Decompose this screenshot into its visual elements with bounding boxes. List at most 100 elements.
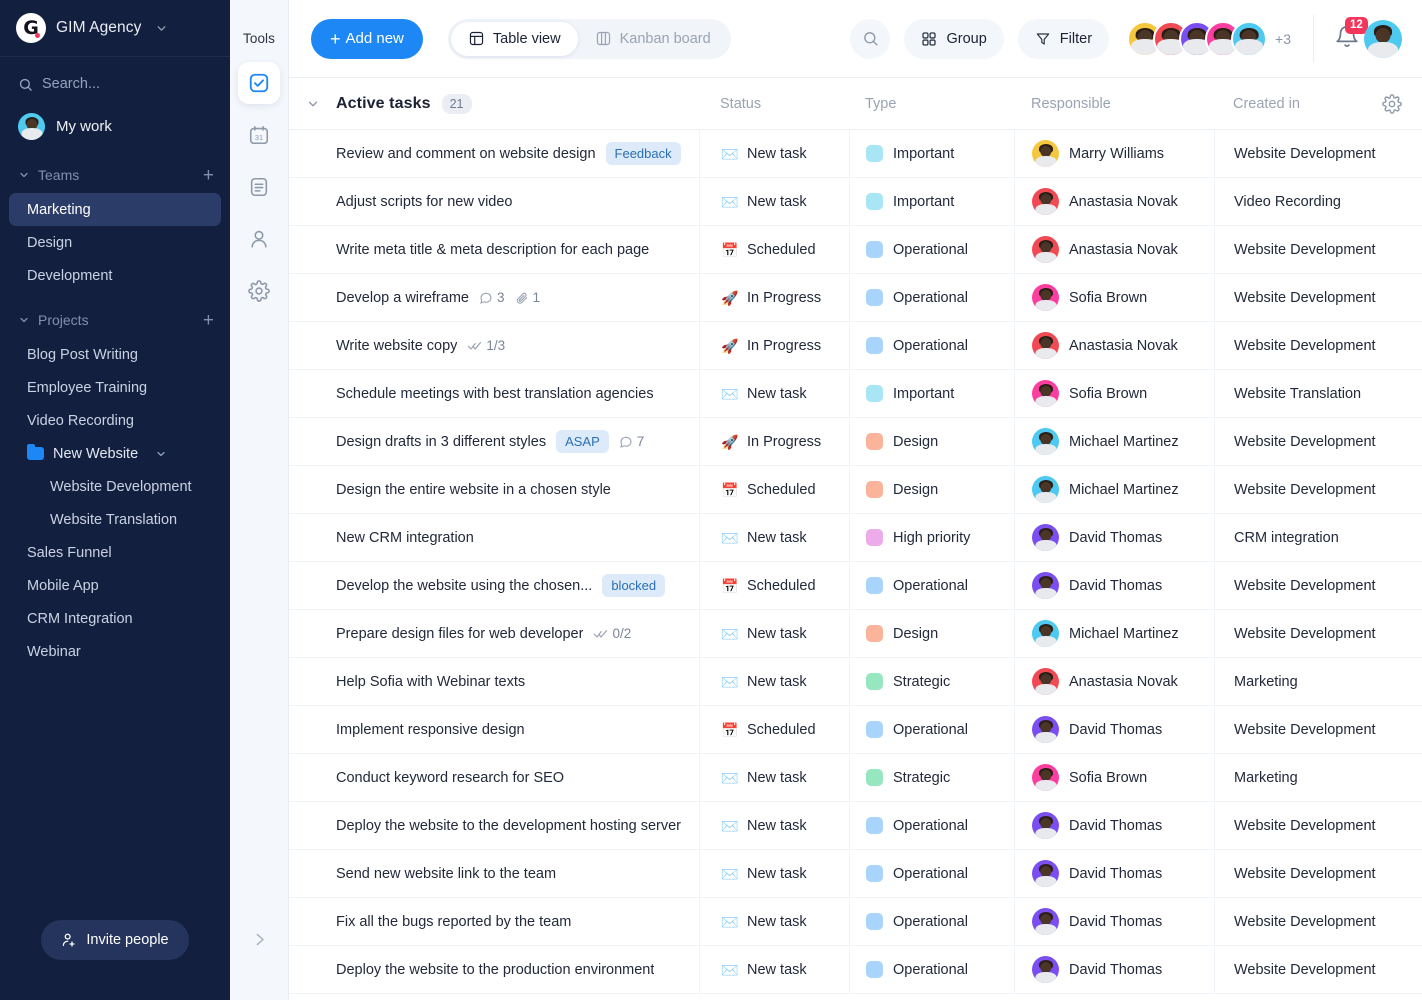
- cell-created-in[interactable]: Website Development: [1214, 225, 1422, 274]
- cell-status[interactable]: 🚀 In Progress: [699, 273, 849, 322]
- cell-task[interactable]: Implement responsive design: [289, 706, 699, 754]
- group-collapse-toggle[interactable]: [289, 97, 336, 111]
- sidebar-section-projects[interactable]: Projects +: [0, 302, 230, 338]
- cell-responsible[interactable]: Anastasia Novak: [1014, 177, 1214, 226]
- cell-type[interactable]: Operational: [849, 225, 1014, 274]
- cell-status[interactable]: 🚀 In Progress: [699, 417, 849, 466]
- cell-type[interactable]: Design: [849, 465, 1014, 514]
- rail-item-contacts[interactable]: [238, 218, 280, 260]
- cell-type[interactable]: Strategic: [849, 753, 1014, 802]
- profile-avatar[interactable]: [1364, 19, 1402, 58]
- cell-status[interactable]: ✉️ New task: [699, 177, 849, 226]
- cell-type[interactable]: Important: [849, 369, 1014, 418]
- sidebar-section-teams[interactable]: Teams +: [0, 157, 230, 193]
- cell-responsible[interactable]: David Thomas: [1014, 945, 1214, 994]
- cell-task[interactable]: Design the entire website in a chosen st…: [289, 466, 699, 514]
- cell-type[interactable]: Operational: [849, 945, 1014, 994]
- cell-responsible[interactable]: Michael Martinez: [1014, 465, 1214, 514]
- table-row[interactable]: Implement responsive design 📅 Scheduled Ope…: [289, 705, 1422, 754]
- sidebar-item-project-8[interactable]: CRM Integration: [9, 602, 221, 635]
- tab-kanban-board[interactable]: Kanban board: [578, 22, 728, 56]
- cell-created-in[interactable]: Website Development: [1214, 321, 1422, 370]
- cell-task[interactable]: Fix all the bugs reported by the team: [289, 898, 699, 946]
- cell-responsible[interactable]: Anastasia Novak: [1014, 321, 1214, 370]
- cell-task[interactable]: Prepare design files for web developer 0/…: [289, 610, 699, 658]
- sidebar-item-team-0[interactable]: Marketing: [9, 193, 221, 226]
- cell-responsible[interactable]: David Thomas: [1014, 561, 1214, 610]
- cell-created-in[interactable]: Marketing: [1214, 657, 1422, 706]
- add-project-button[interactable]: +: [203, 311, 214, 330]
- cell-task[interactable]: Design drafts in 3 different styles ASAP 7: [289, 418, 699, 466]
- table-settings-button[interactable]: [1382, 94, 1402, 119]
- table-row[interactable]: Fix all the bugs reported by the team ✉️ N…: [289, 897, 1422, 946]
- table-row[interactable]: Deploy the website to the development ho…: [289, 801, 1422, 850]
- cell-type[interactable]: Operational: [849, 273, 1014, 322]
- table-row[interactable]: Deploy the website to the production env…: [289, 945, 1422, 994]
- cell-status[interactable]: 📅 Scheduled: [699, 705, 849, 754]
- cell-created-in[interactable]: Website Development: [1214, 273, 1422, 322]
- cell-status[interactable]: ✉️ New task: [699, 609, 849, 658]
- cell-status[interactable]: 📅 Scheduled: [699, 465, 849, 514]
- cell-responsible[interactable]: Anastasia Novak: [1014, 657, 1214, 706]
- cell-type[interactable]: Design: [849, 609, 1014, 658]
- sidebar-item-team-2[interactable]: Development: [9, 259, 221, 292]
- notifications-button[interactable]: 12: [1334, 16, 1368, 54]
- member-avatar-stack[interactable]: [1127, 20, 1268, 57]
- filter-button[interactable]: Filter: [1017, 18, 1110, 59]
- table-row[interactable]: Conduct keyword research for SEO ✉️ New ta…: [289, 753, 1422, 802]
- cell-status[interactable]: ✉️ New task: [699, 513, 849, 562]
- cell-responsible[interactable]: David Thomas: [1014, 513, 1214, 562]
- sidebar-item-project-2[interactable]: Video Recording: [9, 404, 221, 437]
- sidebar-item-project-1[interactable]: Employee Training: [9, 371, 221, 404]
- cell-type[interactable]: Operational: [849, 897, 1014, 946]
- cell-type[interactable]: High priority: [849, 513, 1014, 562]
- cell-responsible[interactable]: Sofia Brown: [1014, 369, 1214, 418]
- cell-created-in[interactable]: Website Development: [1214, 801, 1422, 850]
- cell-status[interactable]: ✉️ New task: [699, 129, 849, 178]
- cell-type[interactable]: Operational: [849, 321, 1014, 370]
- table-row[interactable]: Design the entire website in a chosen st…: [289, 465, 1422, 514]
- table-row[interactable]: Develop a wireframe 3 1 🚀 In Progress Operati…: [289, 273, 1422, 322]
- sidebar-item-project-4[interactable]: Website Development: [9, 470, 221, 503]
- table-row[interactable]: Prepare design files for web developer 0/…: [289, 609, 1422, 658]
- rail-item-settings[interactable]: [238, 270, 280, 312]
- sidebar-item-project-6[interactable]: Sales Funnel: [9, 536, 221, 569]
- cell-status[interactable]: ✉️ New task: [699, 369, 849, 418]
- cell-status[interactable]: ✉️ New task: [699, 657, 849, 706]
- task-tag[interactable]: Feedback: [605, 142, 681, 165]
- sidebar-item-team-1[interactable]: Design: [9, 226, 221, 259]
- table-row[interactable]: Send new website link to the team ✉️ New t…: [289, 849, 1422, 898]
- cell-task[interactable]: Develop the website using the chosen... b…: [289, 562, 699, 610]
- cell-type[interactable]: Operational: [849, 801, 1014, 850]
- sidebar-item-project-7[interactable]: Mobile App: [9, 569, 221, 602]
- cell-type[interactable]: Strategic: [849, 657, 1014, 706]
- cell-responsible[interactable]: Michael Martinez: [1014, 609, 1214, 658]
- cell-responsible[interactable]: Sofia Brown: [1014, 273, 1214, 322]
- cell-created-in[interactable]: Website Development: [1214, 705, 1422, 754]
- cell-responsible[interactable]: David Thomas: [1014, 705, 1214, 754]
- cell-status[interactable]: 📅 Scheduled: [699, 225, 849, 274]
- table-row[interactable]: Help Sofia with Webinar texts ✉️ New task S…: [289, 657, 1422, 706]
- rail-item-calendar[interactable]: 31: [238, 114, 280, 156]
- cell-status[interactable]: 📅 Scheduled: [699, 561, 849, 610]
- sidebar-item-project-0[interactable]: Blog Post Writing: [9, 338, 221, 371]
- rail-item-tasks[interactable]: [238, 62, 280, 104]
- sidebar-search[interactable]: Search...: [0, 63, 230, 105]
- cell-type[interactable]: Operational: [849, 705, 1014, 754]
- cell-type[interactable]: Operational: [849, 849, 1014, 898]
- cell-task[interactable]: Help Sofia with Webinar texts: [289, 658, 699, 706]
- cell-task[interactable]: Deploy the website to the production env…: [289, 946, 699, 994]
- cell-task[interactable]: Schedule meetings with best translation …: [289, 370, 699, 418]
- table-row[interactable]: Write website copy 1/3 🚀 In Progress Operati…: [289, 321, 1422, 370]
- add-new-button[interactable]: + Add new: [311, 18, 423, 59]
- cell-created-in[interactable]: Website Development: [1214, 849, 1422, 898]
- cell-status[interactable]: ✉️ New task: [699, 849, 849, 898]
- rail-item-documents[interactable]: [238, 166, 280, 208]
- cell-status[interactable]: ✉️ New task: [699, 945, 849, 994]
- cell-task[interactable]: Write meta title & meta description for …: [289, 226, 699, 274]
- table-row[interactable]: Review and comment on website design Feed…: [289, 129, 1422, 178]
- cell-created-in[interactable]: Website Development: [1214, 609, 1422, 658]
- cell-created-in[interactable]: CRM integration: [1214, 513, 1422, 562]
- cell-status[interactable]: ✉️ New task: [699, 801, 849, 850]
- cell-task[interactable]: Develop a wireframe 3 1: [289, 274, 699, 322]
